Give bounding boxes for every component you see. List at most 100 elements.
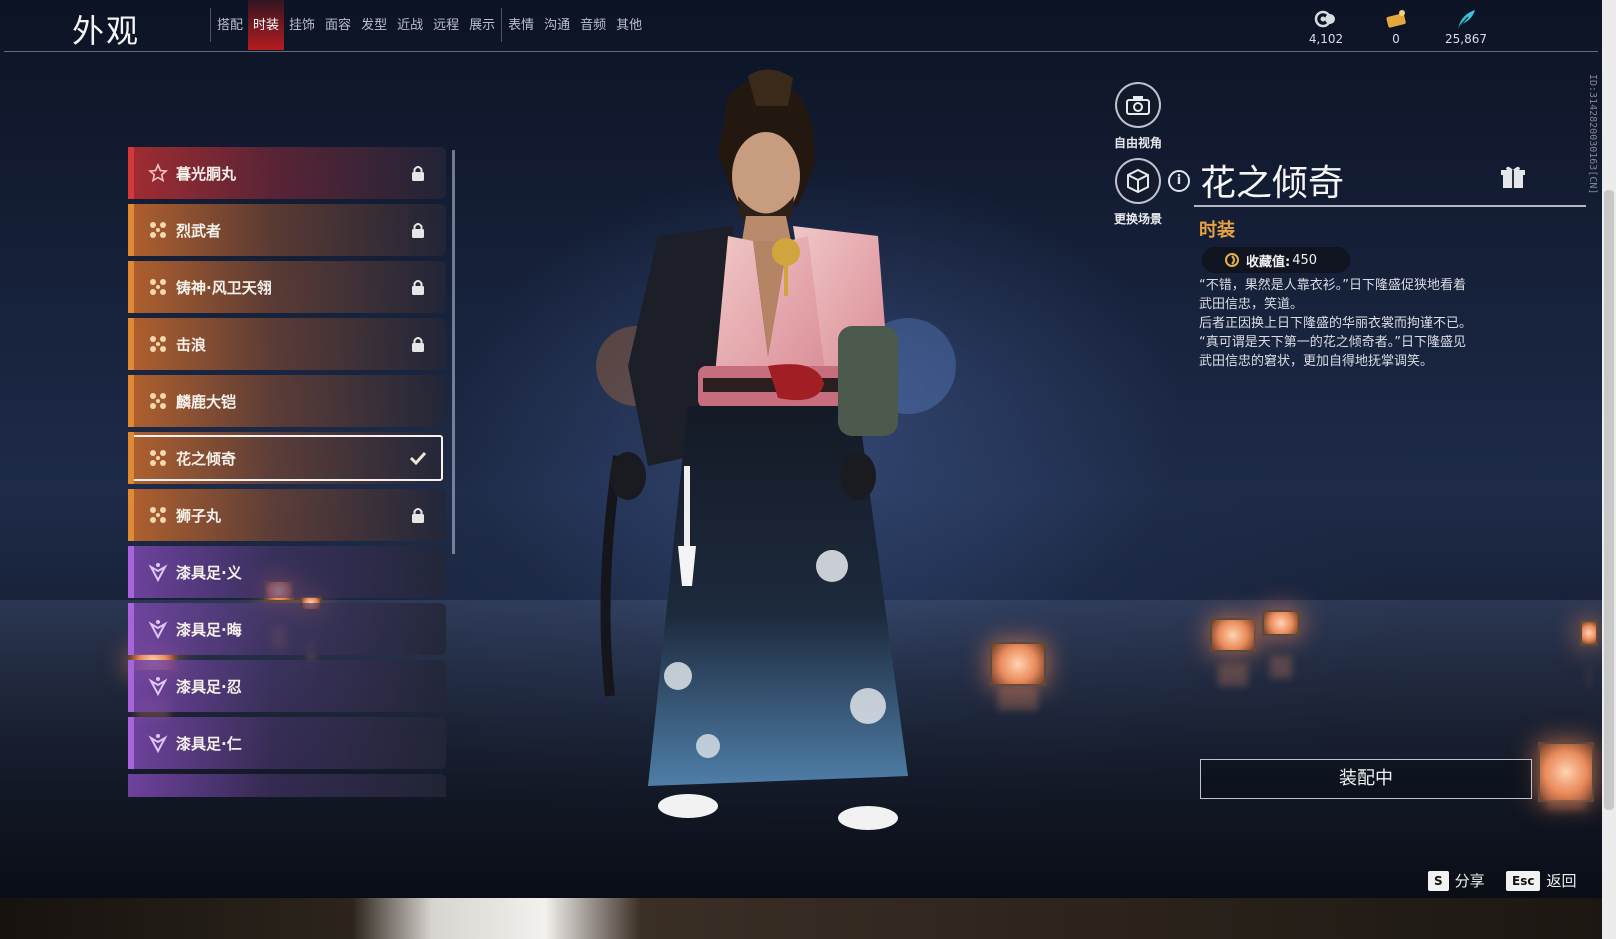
outfit-list-scrollbar[interactable] <box>452 150 455 554</box>
back-hint[interactable]: Esc 返回 <box>1506 870 1576 891</box>
rarity-flower-icon <box>150 450 166 466</box>
outfit-list[interactable]: 暮光胴丸 烈武者 铸神·风卫天翎 击浪 麟鹿大铠 花之倾奇 狮子丸 漆具足·义 … <box>128 147 450 797</box>
free-view-label: 自由视角 <box>1113 136 1162 150</box>
rarity-flower-icon <box>150 336 166 352</box>
outfit-name: 漆具足·忍 <box>176 678 242 696</box>
rarity-star-icon <box>148 163 168 183</box>
change-scene-button[interactable]: 更换场景 <box>1093 158 1183 227</box>
lock-icon <box>412 280 424 295</box>
outfit-item-selected[interactable]: 花之倾奇 <box>128 432 446 484</box>
tab-melee[interactable]: 近战 <box>392 0 428 50</box>
tab-face[interactable]: 面容 <box>320 0 356 50</box>
lock-icon <box>412 166 424 181</box>
crystal-orb-icon <box>1300 8 1352 30</box>
collection-label: 收藏值: <box>1246 254 1291 270</box>
currency-feather-value: 25,867 <box>1445 32 1487 46</box>
tab-divider <box>501 8 503 42</box>
tab-audio[interactable]: 音频 <box>575 0 611 50</box>
back-label: 返回 <box>1546 872 1577 890</box>
window-scrollbar-thumb[interactable] <box>1604 190 1614 810</box>
share-hint[interactable]: S 分享 <box>1428 870 1485 891</box>
rarity-bar <box>128 204 134 256</box>
rarity-bar <box>128 261 134 313</box>
outfit-description: “不错，果然是人靠衣衫。”日下隆盛促狭地看着 武田信忠，笑道。 后者正因换上日下… <box>1199 278 1473 369</box>
rarity-bar <box>128 603 134 655</box>
floating-lantern <box>1210 618 1256 652</box>
camera-icon <box>1115 82 1161 128</box>
outfit-category: 时装 <box>1199 220 1235 241</box>
outfit-item[interactable]: 漆具足·晦 <box>128 603 446 655</box>
outfit-item[interactable]: 麟鹿大铠 <box>128 375 446 427</box>
info-icon[interactable]: i <box>1168 170 1190 192</box>
feather-icon <box>1440 8 1492 30</box>
lock-icon <box>412 337 424 352</box>
lock-icon <box>412 223 424 238</box>
outfit-item[interactable]: 铸神·风卫天翎 <box>128 261 446 313</box>
currency-ticket: 0 <box>1370 8 1422 46</box>
equip-button[interactable]: 装配中 <box>1200 759 1532 799</box>
title-divider <box>1194 205 1586 207</box>
outfit-item[interactable]: 漆具足·义 <box>128 546 446 598</box>
tab-accessories[interactable]: 挂饰 <box>284 0 320 50</box>
tab-outfit-set[interactable]: 搭配 <box>212 0 248 50</box>
currency-crystal: 4,102 <box>1300 8 1352 46</box>
outfit-name: 击浪 <box>176 336 207 354</box>
tab-divider <box>210 8 211 42</box>
rarity-bar <box>128 147 134 199</box>
character-model[interactable] <box>588 66 968 866</box>
top-bar: 外观 搭配 时装 挂饰 面容 发型 近战 远程 展示 表情 沟通 音频 其他 4… <box>0 0 1602 54</box>
tab-emotes[interactable]: 表情 <box>503 0 539 50</box>
outfit-name: 漆具足·义 <box>176 564 242 582</box>
share-key: S <box>1428 870 1449 891</box>
rarity-flower-icon <box>150 279 166 295</box>
rarity-bar <box>128 717 134 769</box>
floating-lantern <box>1262 610 1300 636</box>
tab-display[interactable]: 展示 <box>464 0 500 50</box>
currency-crystal-value: 4,102 <box>1308 32 1344 46</box>
outfit-name: 麟鹿大铠 <box>176 393 237 411</box>
page-title: 外观 <box>72 12 141 50</box>
outfit-item[interactable]: 暮光胴丸 <box>128 147 446 199</box>
tab-hairstyle[interactable]: 发型 <box>356 0 392 50</box>
rarity-bar <box>128 546 134 598</box>
floating-lantern <box>990 642 1046 686</box>
outfit-name: 暮光胴丸 <box>176 165 237 183</box>
rarity-bar <box>128 489 134 541</box>
collection-value-badge: 收藏值: 450 <box>1202 247 1350 273</box>
outfit-item[interactable]: 漆具足·忍 <box>128 660 446 712</box>
outfit-item[interactable]: 击浪 <box>128 318 446 370</box>
outfit-name: 漆具足·晦 <box>176 621 242 639</box>
rarity-petal-icon <box>148 563 168 582</box>
currency-bar: 4,102 0 25,867 <box>1300 8 1492 46</box>
rarity-flower-icon <box>150 393 166 409</box>
currency-ticket-value: 0 <box>1392 32 1400 46</box>
floating-lantern <box>1538 742 1594 802</box>
player-id: ID:3142820030163[CN] <box>1587 74 1598 195</box>
rarity-bar <box>128 375 134 427</box>
checkmark-icon <box>409 451 427 466</box>
ticket-icon <box>1370 8 1422 30</box>
tab-ranged[interactable]: 远程 <box>428 0 464 50</box>
outfit-name: 狮子丸 <box>176 507 222 525</box>
rarity-bar <box>128 660 134 712</box>
outfit-item[interactable]: 狮子丸 <box>128 489 446 541</box>
collection-swirl-icon <box>1225 253 1239 267</box>
free-view-button[interactable]: 自由视角 <box>1093 82 1183 151</box>
outfit-item-partial[interactable] <box>128 774 446 797</box>
top-divider <box>4 51 1598 52</box>
rarity-flower-icon <box>150 222 166 238</box>
rarity-bar <box>128 432 134 484</box>
rarity-petal-icon <box>148 620 168 639</box>
outfit-name: 铸神·风卫天翎 <box>176 279 272 297</box>
tab-communication[interactable]: 沟通 <box>539 0 575 50</box>
outfit-item[interactable]: 漆具足·仁 <box>128 717 446 769</box>
rarity-bar <box>128 318 134 370</box>
collection-value: 450 <box>1292 252 1318 268</box>
gift-icon[interactable] <box>1500 164 1526 190</box>
outfit-item[interactable]: 烈武者 <box>128 204 446 256</box>
tab-fashion[interactable]: 时装 <box>248 0 285 50</box>
scene-cube-icon <box>1115 158 1161 204</box>
category-tabs: 搭配 时装 挂饰 面容 发型 近战 远程 展示 表情 沟通 音频 其他 <box>209 0 647 50</box>
tab-other[interactable]: 其他 <box>611 0 647 50</box>
outfit-name: 烈武者 <box>176 222 222 240</box>
